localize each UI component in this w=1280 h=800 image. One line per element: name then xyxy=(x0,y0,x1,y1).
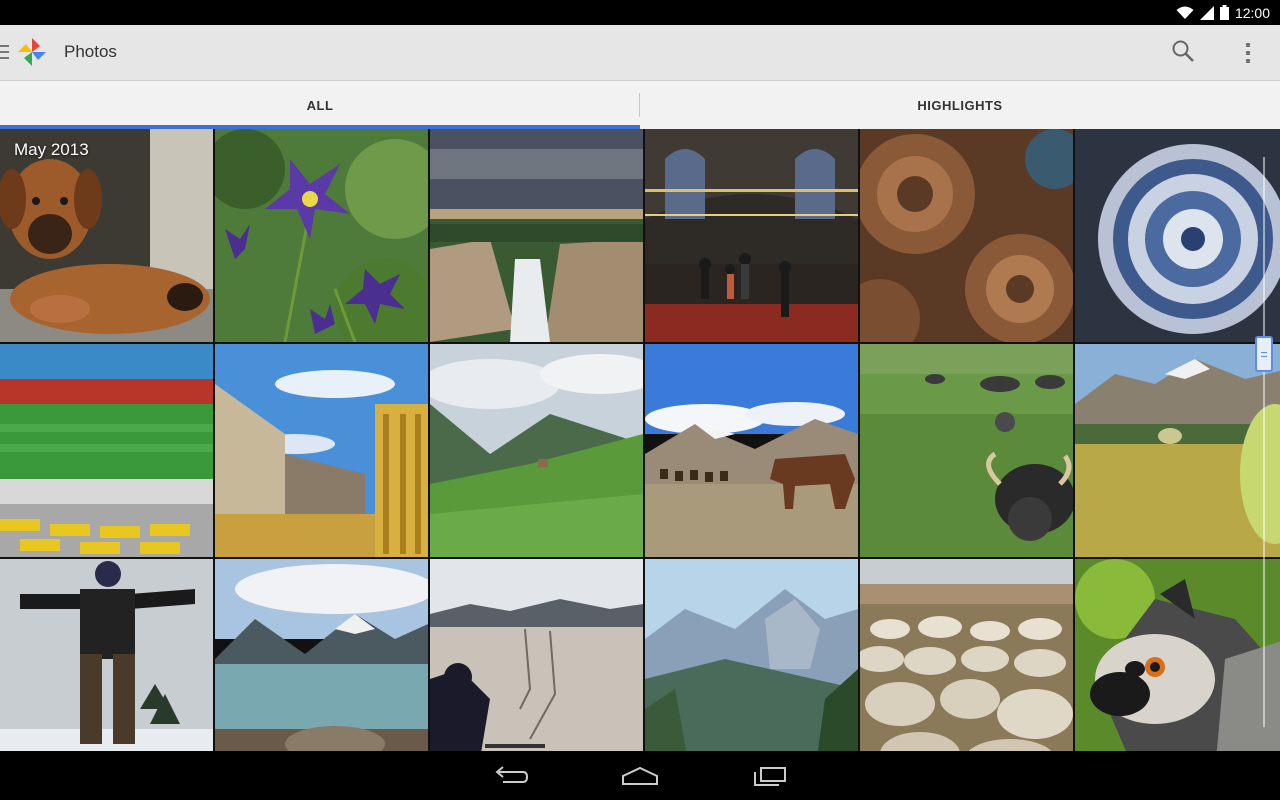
photo-grid: May 2013 xyxy=(0,129,1280,751)
photo-puppy[interactable] xyxy=(0,129,213,342)
photo-horses-mountains[interactable] xyxy=(645,344,858,557)
wifi-icon xyxy=(1176,6,1194,20)
photo-glacier-lake[interactable] xyxy=(215,559,428,751)
scroll-track[interactable] xyxy=(1263,157,1265,727)
photo-desert-playa[interactable] xyxy=(430,559,643,751)
battery-icon xyxy=(1219,5,1229,20)
app-title: Photos xyxy=(64,42,117,61)
photo-sheep-flock[interactable] xyxy=(860,559,1073,751)
tab-highlights[interactable]: HIGHLIGHTS xyxy=(640,81,1280,129)
status-icons: 12:00 xyxy=(1176,0,1270,25)
tab-bar: ALL HIGHLIGHTS xyxy=(0,81,1280,129)
signal-icon xyxy=(1199,5,1214,20)
photo-mountain-valley[interactable] xyxy=(430,344,643,557)
photo-water-buffalo[interactable] xyxy=(860,344,1073,557)
photo-purple-flowers[interactable] xyxy=(215,129,428,342)
clock: 12:00 xyxy=(1234,4,1270,21)
photo-waterfall-canyon[interactable] xyxy=(430,129,643,342)
photo-mountain-meadow[interactable] xyxy=(1075,344,1280,557)
photo-mosque-interior[interactable] xyxy=(645,129,858,342)
tab-all[interactable]: ALL xyxy=(0,81,640,129)
action-bar: Photos xyxy=(0,25,1280,81)
recents-icon[interactable] xyxy=(746,759,794,793)
status-bar: 12:00 xyxy=(0,0,1280,25)
menu-icon[interactable] xyxy=(0,45,10,61)
search-icon xyxy=(1171,39,1195,68)
back-icon[interactable] xyxy=(488,759,536,793)
photos-logo-icon[interactable] xyxy=(16,36,48,68)
photo-lemur[interactable] xyxy=(1075,559,1280,751)
navigation-bar xyxy=(0,751,1280,800)
home-icon[interactable] xyxy=(616,759,664,793)
photo-mosque-domes[interactable] xyxy=(860,129,1073,342)
photo-stadium[interactable] xyxy=(0,344,213,557)
photo-snowboarder[interactable] xyxy=(0,559,213,751)
section-date-label: May 2013 xyxy=(14,140,89,159)
scroll-thumb[interactable] xyxy=(1255,336,1273,372)
overflow-menu-icon[interactable] xyxy=(1236,38,1260,68)
search-button[interactable] xyxy=(1168,38,1198,68)
photo-palace-gate[interactable] xyxy=(215,344,428,557)
photo-half-dome[interactable] xyxy=(645,559,858,751)
photo-dome-ceiling[interactable] xyxy=(1075,129,1280,342)
